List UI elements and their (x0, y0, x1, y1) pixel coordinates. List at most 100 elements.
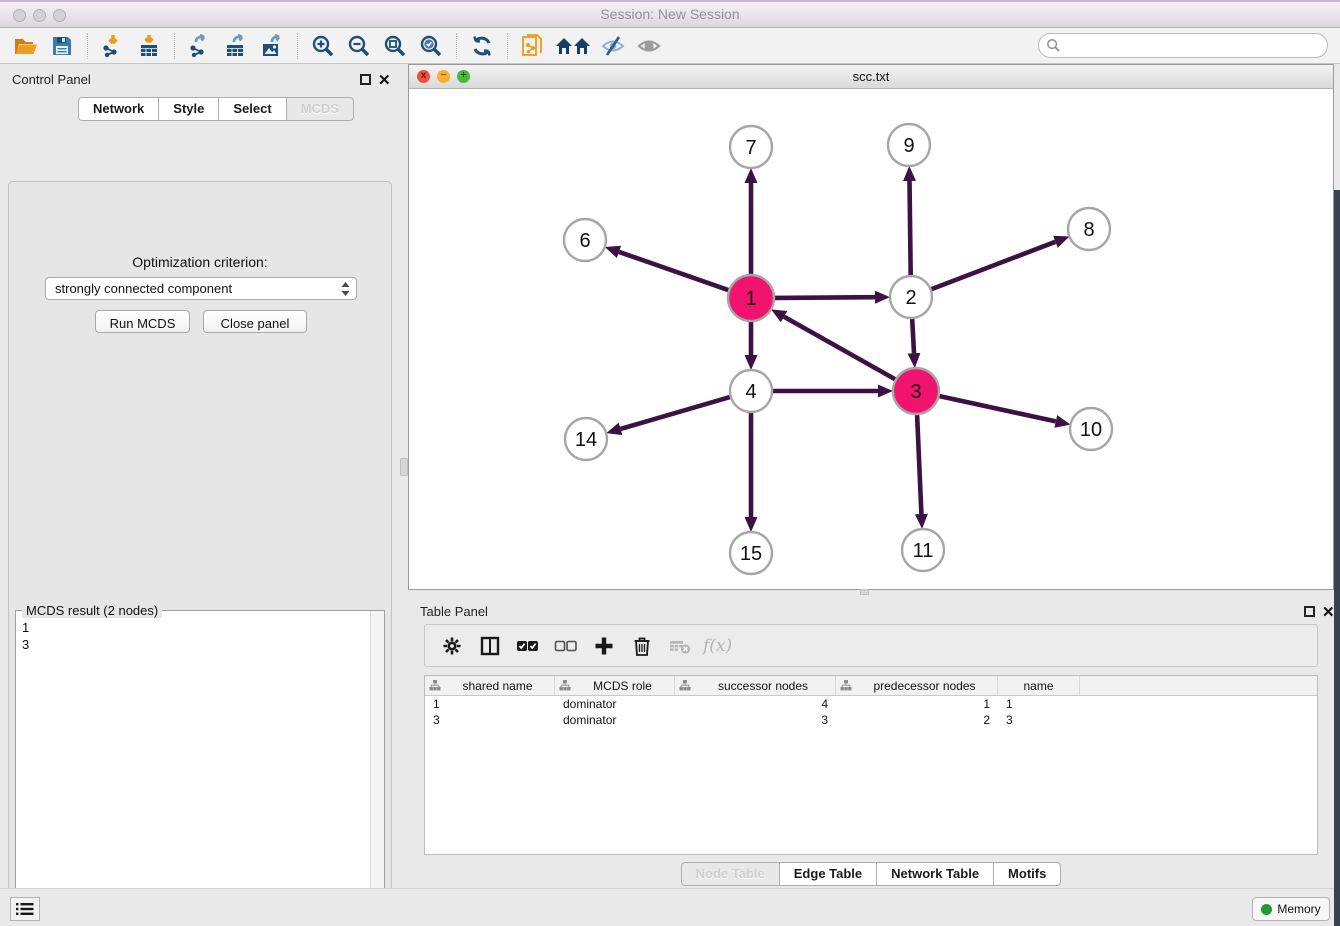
table-options-button[interactable] (435, 629, 469, 663)
open-session-button[interactable] (8, 30, 44, 62)
close-window-icon[interactable] (13, 9, 26, 22)
table-cell[interactable]: 4 (675, 696, 836, 712)
memory-button[interactable]: Memory (1252, 897, 1330, 921)
graph-node-14[interactable]: 14 (565, 418, 607, 460)
graph-edge-2-3[interactable] (912, 319, 914, 353)
column-header-successor-nodes[interactable]: successor nodes (675, 676, 836, 695)
graph-node-7[interactable]: 7 (730, 126, 772, 168)
zoom-window-icon[interactable] (53, 9, 66, 22)
search-input[interactable] (1038, 33, 1328, 58)
table-cell[interactable]: 3 (675, 712, 836, 728)
import-table-button[interactable] (131, 30, 167, 62)
graph-node-1[interactable]: 1 (728, 275, 774, 321)
tab-edge-table[interactable]: Edge Table (780, 862, 877, 886)
network-graph[interactable]: 7 9 6 8 1 2 4 3 14 10 15 11 (409, 89, 1333, 589)
task-history-button[interactable] (10, 897, 40, 921)
splitter-handle[interactable] (400, 458, 408, 476)
node-table[interactable]: shared nameMCDS rolesuccessor nodesprede… (424, 675, 1318, 855)
tab-node-table[interactable]: Node Table (681, 862, 780, 886)
table-panel-tabs: Node TableEdge TableNetwork TableMotifs (408, 862, 1334, 886)
table-cell[interactable]: 1 (836, 696, 998, 712)
optimization-criterion-select[interactable]: strongly connected component (45, 277, 357, 300)
function-builder-button[interactable]: f(x) (701, 629, 732, 663)
table-row[interactable]: 1dominator411 (425, 696, 1317, 712)
export-image-button[interactable] (254, 30, 290, 62)
toggle-column-display-button[interactable] (473, 629, 507, 663)
hide-selected-button[interactable] (595, 30, 631, 62)
deselect-all-button[interactable] (549, 629, 583, 663)
houses-icon (554, 35, 592, 57)
graph-node-4[interactable]: 4 (730, 370, 772, 412)
run-mcds-button[interactable]: Run MCDS (95, 310, 190, 333)
graph-edge-4-14[interactable] (621, 397, 730, 429)
export-table-button[interactable] (218, 30, 254, 62)
graph-node-11[interactable]: 11 (902, 529, 944, 571)
graph-edge-1-2[interactable] (775, 297, 875, 298)
show-all-button[interactable] (631, 30, 667, 62)
minimize-view-icon[interactable]: − (437, 70, 450, 83)
result-line: 3 (22, 636, 29, 653)
graph-node-9[interactable]: 9 (888, 124, 930, 166)
delete-columns-button[interactable] (625, 629, 659, 663)
titlebar[interactable]: Session: New Session (0, 0, 1340, 28)
delete-table-button[interactable] (663, 629, 697, 663)
table-row[interactable]: 3dominator323 (425, 712, 1317, 728)
float-panel-icon[interactable] (360, 74, 371, 85)
graph-node-15[interactable]: 15 (730, 532, 772, 574)
network-window-titlebar[interactable]: x − + scc.txt (409, 65, 1333, 89)
vertical-splitter[interactable] (400, 64, 408, 888)
refresh-view-button[interactable] (464, 30, 500, 62)
table-cell[interactable]: 3 (998, 712, 1080, 728)
graph-node-3[interactable]: 3 (893, 368, 939, 414)
graph-edge-1-6[interactable] (619, 252, 728, 290)
graph-node-10[interactable]: 10 (1070, 408, 1112, 450)
column-header-mcds-role[interactable]: MCDS role (555, 676, 675, 695)
float-table-panel-icon[interactable] (1304, 606, 1315, 617)
graph-edge-2-9[interactable] (910, 181, 911, 275)
tab-network-table[interactable]: Network Table (877, 862, 994, 886)
maximize-view-icon[interactable]: + (457, 70, 470, 83)
zoom-fit-icon (383, 34, 407, 58)
horizontal-splitter-handle[interactable] (860, 589, 869, 595)
add-column-button[interactable] (587, 629, 621, 663)
graph-edge-2-8[interactable] (932, 242, 1056, 289)
table-cell[interactable]: dominator (555, 696, 675, 712)
tab-motifs[interactable]: Motifs (994, 862, 1061, 886)
tab-mcds[interactable]: MCDS (287, 97, 354, 121)
graph-node-8[interactable]: 8 (1068, 208, 1110, 250)
close-view-icon[interactable]: x (417, 70, 430, 83)
graph-edge-3-11[interactable] (917, 415, 921, 514)
tab-network[interactable]: Network (78, 97, 159, 121)
table-cell[interactable]: 2 (836, 712, 998, 728)
table-cell[interactable]: 3 (425, 712, 555, 728)
zoom-selected-button[interactable] (413, 30, 449, 62)
select-all-button[interactable] (511, 629, 545, 663)
close-table-panel-icon[interactable]: ✕ (1322, 603, 1335, 621)
zoom-in-button[interactable] (305, 30, 341, 62)
network-canvas[interactable]: 7 9 6 8 1 2 4 3 14 10 15 11 (409, 89, 1333, 589)
tab-select[interactable]: Select (219, 97, 286, 121)
graph-edge-3-10[interactable] (940, 396, 1056, 421)
result-scrollbar[interactable] (370, 611, 384, 926)
export-network-button[interactable] (182, 30, 218, 62)
first-neighbors-button[interactable] (551, 30, 595, 62)
save-session-button[interactable] (44, 30, 80, 62)
column-header-predecessor-nodes[interactable]: predecessor nodes (836, 676, 998, 695)
minimize-window-icon[interactable] (33, 9, 46, 22)
graph-node-2[interactable]: 2 (890, 276, 932, 318)
zoom-out-button[interactable] (341, 30, 377, 62)
graph-edge-3-1[interactable] (784, 317, 895, 380)
table-cell[interactable]: 1 (425, 696, 555, 712)
table-cell[interactable]: 1 (998, 696, 1080, 712)
graph-node-6[interactable]: 6 (564, 219, 606, 261)
zoom-fit-button[interactable] (377, 30, 413, 62)
close-panel-icon[interactable]: ✕ (378, 71, 391, 89)
table-toolbar: f(x) (424, 624, 1318, 667)
close-panel-button[interactable]: Close panel (203, 310, 307, 333)
column-header-name[interactable]: name (998, 676, 1080, 695)
column-header-shared-name[interactable]: shared name (425, 676, 555, 695)
new-network-from-selection-button[interactable] (515, 30, 551, 62)
tab-style[interactable]: Style (159, 97, 219, 121)
import-network-button[interactable] (95, 30, 131, 62)
table-cell[interactable]: dominator (555, 712, 675, 728)
